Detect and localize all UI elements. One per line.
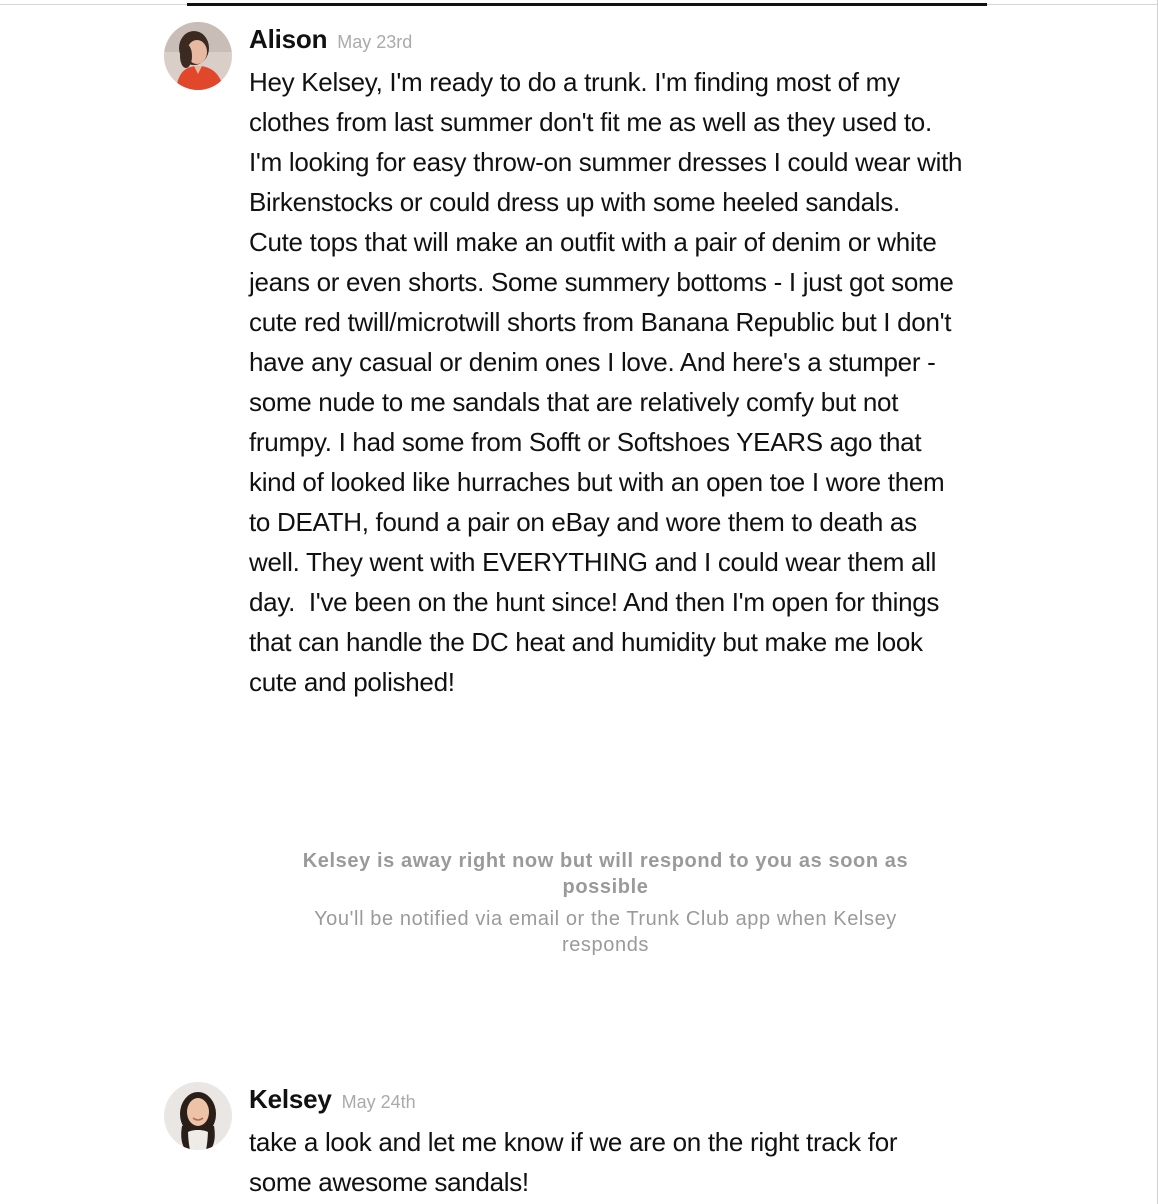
away-notice-title: Kelsey is away right now but will respon… [302,850,909,898]
message-date: May 23rd [337,32,413,52]
message-header: Kelsey May 24th [249,1084,416,1115]
message-header: Alison May 23rd [249,24,412,55]
avatar-alison[interactable] [164,22,232,90]
avatar-kelsey[interactable] [164,1082,232,1150]
message-date: May 24th [341,1092,416,1112]
message-body: take a look and let me know if we are on… [249,1127,905,1197]
away-notice-subtitle: You'll be notified via email or the Trun… [314,908,897,956]
message-body: Hey Kelsey, I'm ready to do a trunk. I'm… [249,67,970,697]
away-notice: Kelsey is away right now but will respon… [280,848,931,958]
sender-name: Alison [249,24,328,54]
sender-name: Kelsey [249,1084,332,1114]
active-tab-indicator [187,3,987,6]
